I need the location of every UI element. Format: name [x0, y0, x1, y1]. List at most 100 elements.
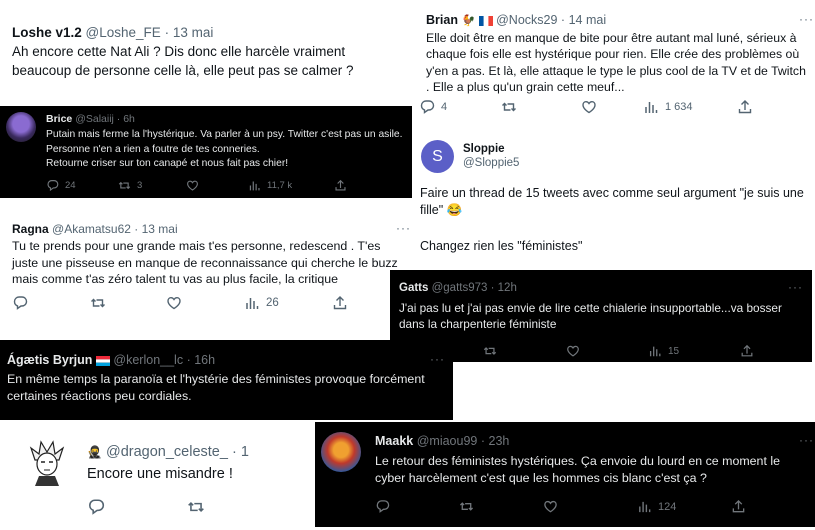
tweet-ragna[interactable]: Ragna @Akamatsu62 · 13 mai ··· Tu te pre… [0, 213, 412, 325]
author-handle[interactable]: @kerlon__lc [113, 353, 183, 367]
timestamp[interactable]: 23h [489, 434, 510, 448]
views-button[interactable]: 26 [244, 295, 279, 311]
retweet-button[interactable] [501, 99, 517, 115]
tweet-text-line-3: Retourne criser sur ton canapé et nous f… [46, 158, 289, 169]
retweet-icon [90, 298, 106, 308]
share-icon [738, 100, 752, 114]
tweet-dragon[interactable]: 🥷 @dragon_celeste_ · 1 Encore une misand… [15, 428, 315, 530]
share-button[interactable] [332, 295, 348, 311]
views-count: 124 [658, 500, 677, 513]
tweet-gatts[interactable]: Gatts @gatts973 · 12h ··· J'ai pas lu et… [390, 270, 812, 362]
reply-icon [420, 100, 435, 114]
separator: · [231, 444, 237, 460]
france-flag-icon [478, 15, 493, 26]
share-icon [333, 296, 347, 310]
reply-button[interactable] [87, 498, 105, 516]
like-button[interactable] [581, 99, 597, 115]
more-icon[interactable]: ··· [799, 433, 814, 447]
like-button[interactable] [166, 295, 182, 311]
retweet-icon [118, 182, 131, 189]
reply-icon [47, 180, 59, 191]
timestamp[interactable]: 14 mai [569, 13, 607, 27]
tweet-text-line-1: Faire un thread de 15 tweets avec comme … [420, 186, 804, 217]
author-handle[interactable]: @Akamatsu62 [52, 222, 131, 236]
retweet-button[interactable] [483, 344, 497, 358]
views-count: 11,7 k [267, 180, 293, 191]
avatar[interactable] [27, 440, 67, 488]
share-button[interactable] [737, 99, 753, 115]
tweet-text-line-2: Personne n'en a rien a foutre de tes con… [46, 144, 260, 155]
author-handle[interactable]: @Loshe_FE [86, 25, 161, 40]
views-icon [645, 101, 658, 114]
separator: · [490, 282, 495, 294]
author-handle[interactable]: @Nocks29 [496, 13, 557, 27]
author-handle[interactable]: @dragon_celeste_ [106, 444, 228, 460]
tweet-agaetis[interactable]: Ágætis Byrjun @kerlon__lc · 16h ··· En m… [0, 340, 453, 420]
reply-button[interactable]: 4 [419, 99, 447, 115]
tweet-brice[interactable]: Brice @Salaiij · 6h Putain mais ferme la… [0, 106, 412, 198]
share-button[interactable] [731, 499, 746, 514]
avatar[interactable] [321, 432, 361, 472]
views-button[interactable]: 124 [637, 499, 676, 514]
retweet-button[interactable]: 3 [118, 179, 142, 192]
retweet-button[interactable] [459, 499, 474, 514]
reply-button[interactable] [375, 499, 390, 514]
like-button[interactable] [566, 344, 580, 358]
avatar[interactable]: S [421, 140, 454, 173]
author-name[interactable]: Gatts [399, 282, 428, 294]
avatar-letter: S [432, 147, 443, 165]
tweet-text: J'ai pas lu et j'ai pas envie de lire ce… [399, 301, 782, 332]
views-button[interactable]: 15 [648, 344, 679, 358]
reply-button[interactable] [12, 295, 28, 311]
timestamp[interactable]: 12h [498, 282, 517, 294]
retweet-icon [187, 502, 205, 512]
author-name[interactable]: Ágætis Byrjun [7, 353, 92, 367]
separator: · [164, 25, 170, 40]
share-button[interactable] [740, 344, 754, 358]
rooster-emoji-icon: 🐓 [461, 15, 476, 27]
views-icon [246, 297, 259, 310]
timestamp[interactable]: 1 [241, 444, 249, 460]
author-handle[interactable]: @Sloppie5 [463, 157, 519, 169]
views-icon [649, 345, 661, 357]
tweet-brian[interactable]: Brian 🐓 @Nocks29 · 14 mai ··· Elle doit … [415, 8, 815, 133]
retweet-button[interactable] [187, 498, 205, 516]
views-button[interactable]: 11,7 k [248, 179, 292, 192]
tweet-text-line-1: Putain mais ferme la l'hystérique. Va pa… [46, 129, 403, 140]
like-button[interactable] [543, 499, 558, 514]
share-icon [335, 180, 346, 191]
tweet-header: Ragna @Akamatsu62 · 13 mai [12, 222, 178, 236]
retweet-count: 3 [137, 180, 143, 191]
views-button[interactable]: 1 634 [643, 99, 693, 115]
avatar[interactable] [6, 112, 36, 142]
author-name[interactable]: Brian [426, 13, 458, 27]
timestamp[interactable]: 6h [123, 113, 135, 125]
author-name[interactable]: Maakk [375, 434, 413, 448]
author-name[interactable]: Ragna [12, 222, 49, 236]
reply-button[interactable]: 24 [46, 179, 76, 192]
author-name[interactable]: Brice [46, 113, 72, 125]
timestamp[interactable]: 16h [194, 353, 215, 367]
more-icon[interactable]: ··· [430, 352, 445, 366]
author-handle[interactable]: @Salaiij [75, 113, 114, 125]
author-name[interactable]: Loshe v1.2 [12, 25, 82, 40]
tweet-header: Loshe v1.2 @Loshe_FE · 13 mai [12, 25, 213, 40]
more-icon[interactable]: ··· [799, 12, 814, 26]
author-handle[interactable]: @gatts973 [432, 282, 488, 294]
tweet-header: Ágætis Byrjun @kerlon__lc · 16h [7, 353, 215, 367]
author-handle[interactable]: @miaou99 [417, 434, 478, 448]
timestamp[interactable]: 13 mai [142, 222, 178, 236]
like-icon [187, 180, 198, 191]
retweet-button[interactable] [90, 295, 106, 311]
tweet-sloppie[interactable]: S Sloppie @Sloppie5 Faire un thread de 1… [415, 134, 815, 270]
tweet-maakk[interactable]: Maakk @miaou99 · 23h ··· Le retour des f… [315, 422, 815, 527]
like-button[interactable] [186, 179, 199, 192]
tweet-loshe[interactable]: Loshe v1.2 @Loshe_FE · 13 mai Ah encore … [0, 15, 410, 103]
more-icon[interactable]: ··· [788, 280, 803, 294]
more-icon[interactable]: ··· [396, 221, 411, 235]
tweet-text: Elle doit être en manque de bite pour êt… [426, 31, 806, 95]
tweet-text: Encore une misandre ! [87, 466, 233, 482]
share-button[interactable] [334, 179, 347, 192]
timestamp[interactable]: 13 mai [173, 25, 214, 40]
author-name[interactable]: Sloppie [463, 143, 505, 155]
